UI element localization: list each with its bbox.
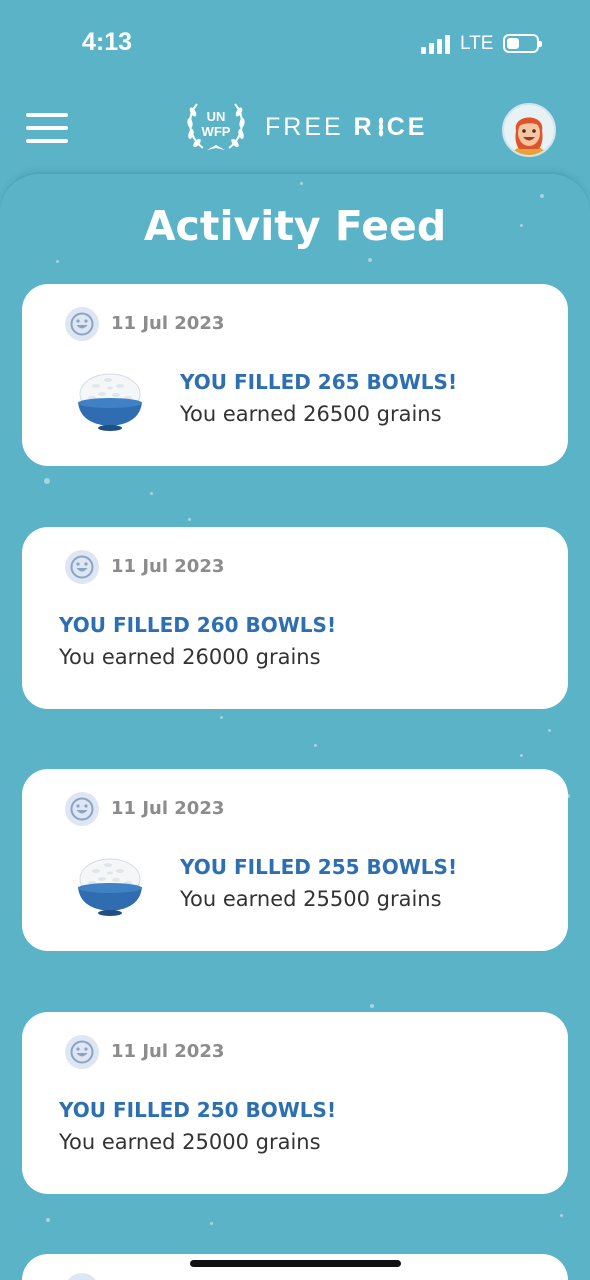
logo-un-text: UN	[207, 109, 226, 124]
feed-card-2[interactable]: 11 Jul 2023 YOU FILLED 260 BOWLS! You ea…	[22, 527, 568, 709]
card-title: YOU FILLED 260 BOWLS!	[59, 613, 337, 637]
card-date: 11 Jul 2023	[111, 1041, 225, 1062]
smile-icon	[65, 307, 99, 341]
avatar-icon[interactable]	[502, 103, 556, 157]
status-time: 4:13	[82, 28, 133, 56]
rice-bowl-icon	[78, 858, 142, 916]
card-title: YOU FILLED 265 BOWLS!	[180, 370, 458, 394]
card-subtitle: You earned 25000 grains	[59, 1130, 321, 1154]
smile-icon	[65, 550, 99, 584]
smile-icon	[65, 792, 99, 826]
logo-wfp-text: WFP	[202, 124, 231, 139]
menu-icon[interactable]	[26, 113, 68, 145]
card-title: YOU FILLED 250 BOWLS!	[59, 1098, 337, 1122]
wreath-icon: UN WFP	[187, 103, 245, 150]
battery-icon	[503, 34, 542, 53]
logo-rice-i-icon	[375, 115, 387, 137]
home-indicator[interactable]	[190, 1260, 401, 1267]
freerice-logo[interactable]: UN WFP FREE R CE	[183, 96, 424, 156]
smile-icon	[65, 1035, 99, 1069]
network-label: LTE	[460, 33, 494, 54]
page-title: Activity Feed	[143, 202, 447, 250]
logo-text: FREE R CE	[265, 113, 427, 142]
logo-rice-r: R	[353, 113, 375, 141]
card-date: 11 Jul 2023	[111, 313, 225, 334]
feed-card-1[interactable]: 11 Jul 2023 YOU FILLED 265 BOWLS! You ea…	[22, 284, 568, 466]
rice-bowl-icon	[78, 373, 142, 431]
app-header: UN WFP FREE R CE	[0, 88, 590, 178]
card-subtitle: You earned 26500 grains	[180, 402, 442, 426]
logo-rice-rest: CE	[386, 113, 428, 141]
logo-free: FREE	[265, 113, 344, 141]
card-date: 11 Jul 2023	[111, 556, 225, 577]
card-subtitle: You earned 25500 grains	[180, 887, 442, 911]
feed-card-3[interactable]: 11 Jul 2023 YOU FILLED 255 BOWLS! You ea…	[22, 769, 568, 951]
smile-icon	[68, 1273, 96, 1280]
status-bar: 4:13 LTE	[0, 0, 590, 88]
feed-card-4[interactable]: 11 Jul 2023 YOU FILLED 250 BOWLS! You ea…	[22, 1012, 568, 1194]
feed-card-partial[interactable]	[22, 1254, 568, 1280]
card-title: YOU FILLED 255 BOWLS!	[180, 855, 458, 879]
card-date: 11 Jul 2023	[111, 798, 225, 819]
card-subtitle: You earned 26000 grains	[59, 645, 321, 669]
signal-icon	[421, 34, 451, 54]
